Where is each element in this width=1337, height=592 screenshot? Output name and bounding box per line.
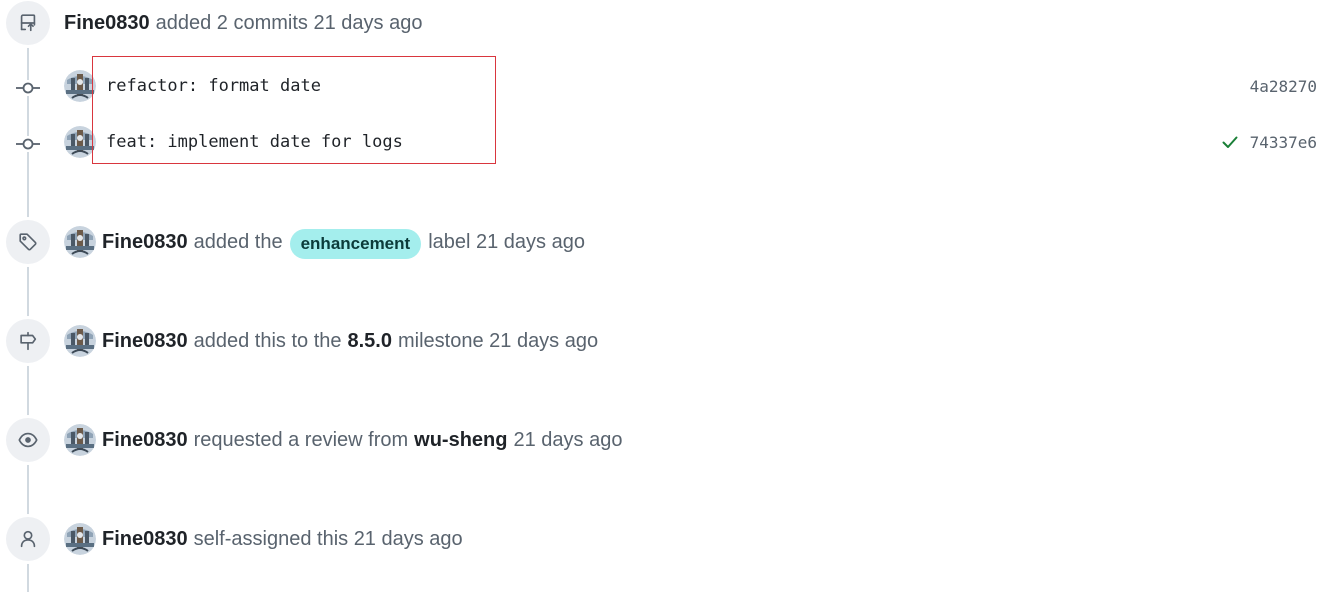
commit-node-icon bbox=[14, 80, 42, 96]
event-text: added the bbox=[193, 230, 283, 253]
commit-sha[interactable]: 4a28270 bbox=[1250, 77, 1317, 96]
commit-message-link[interactable]: feat: implement date for logs bbox=[106, 132, 403, 152]
label-event: Fine0830 added the enhancement label 21 … bbox=[64, 226, 585, 259]
avatar[interactable] bbox=[64, 226, 96, 258]
event-text: label 21 days ago bbox=[428, 230, 585, 253]
event-author-link[interactable]: Fine0830 bbox=[102, 528, 188, 551]
milestone-event: Fine0830 added this to the 8.5.0 milesto… bbox=[64, 325, 598, 357]
tag-icon bbox=[19, 233, 37, 251]
milestone-badge bbox=[6, 319, 50, 363]
eye-icon bbox=[18, 432, 38, 448]
event-text: self-assigned this 21 days ago bbox=[193, 527, 463, 550]
tag-badge bbox=[6, 220, 50, 264]
milestone-icon bbox=[20, 331, 37, 351]
event-author-link[interactable]: Fine0830 bbox=[102, 330, 188, 353]
commit-row: feat: implement date for logs 74337e6 bbox=[64, 126, 1317, 158]
event-text: 21 days ago bbox=[513, 428, 623, 451]
avatar[interactable] bbox=[64, 523, 96, 555]
event-text: milestone 21 days ago bbox=[397, 329, 599, 352]
check-icon[interactable] bbox=[1220, 132, 1240, 152]
repo-push-badge bbox=[6, 1, 50, 45]
avatar[interactable] bbox=[64, 70, 96, 102]
event-author-link[interactable]: Fine0830 bbox=[102, 429, 188, 452]
avatar[interactable] bbox=[64, 424, 96, 456]
commit-sha[interactable]: 74337e6 bbox=[1250, 133, 1317, 152]
person-icon bbox=[20, 530, 36, 548]
reviewer-link[interactable]: wu-sheng bbox=[414, 429, 507, 452]
event-text: added this to the bbox=[193, 329, 342, 352]
label-badge[interactable]: enhancement bbox=[289, 229, 422, 259]
review-event: Fine0830 requested a review from wu-shen… bbox=[64, 424, 622, 456]
repo-push-icon bbox=[20, 14, 36, 32]
avatar[interactable] bbox=[64, 126, 96, 158]
milestone-link[interactable]: 8.5.0 bbox=[348, 330, 392, 353]
commit-sha-link[interactable]: 74337e6 bbox=[1220, 132, 1317, 152]
eye-badge bbox=[6, 418, 50, 462]
commits-event: Fine0830 added 2 commits 21 days ago bbox=[64, 11, 422, 35]
event-author-link[interactable]: Fine0830 bbox=[64, 12, 150, 35]
commit-sha-link[interactable]: 4a28270 bbox=[1250, 77, 1317, 96]
timeline-line bbox=[27, 20, 29, 592]
event-author-link[interactable]: Fine0830 bbox=[102, 231, 188, 254]
event-text: added 2 commits 21 days ago bbox=[155, 11, 423, 34]
event-text: requested a review from bbox=[193, 428, 409, 451]
commit-node-icon bbox=[14, 136, 42, 152]
commit-row: refactor: format date 4a28270 bbox=[64, 70, 1317, 102]
assign-event: Fine0830 self-assigned this 21 days ago bbox=[64, 523, 463, 555]
avatar[interactable] bbox=[64, 325, 96, 357]
person-badge bbox=[6, 517, 50, 561]
commit-message-link[interactable]: refactor: format date bbox=[106, 76, 321, 96]
